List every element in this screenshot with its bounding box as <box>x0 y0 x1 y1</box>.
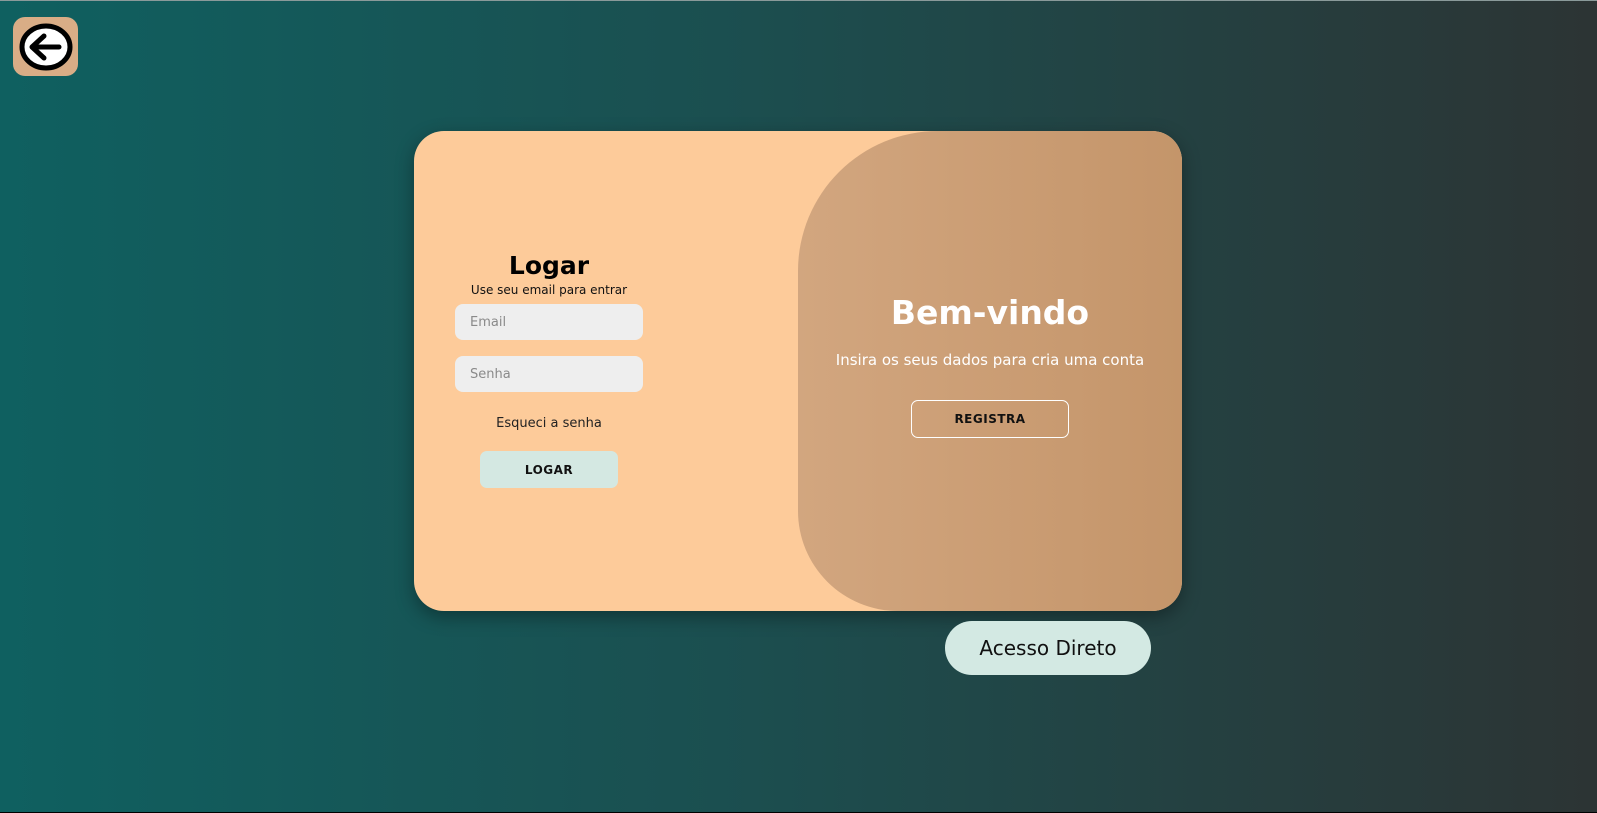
arrow-left-circle-icon <box>19 23 72 70</box>
register-button[interactable]: REGISTRA <box>911 400 1069 438</box>
email-input[interactable] <box>455 304 643 340</box>
direct-access-button[interactable]: Acesso Direto <box>945 621 1151 675</box>
login-button[interactable]: LOGAR <box>480 451 618 488</box>
back-button[interactable] <box>13 17 78 76</box>
forgot-password-link[interactable]: Esqueci a senha <box>496 416 602 431</box>
login-subtitle: Use seu email para entrar <box>470 283 628 297</box>
login-form: Logar Use seu email para entrar Esqueci … <box>454 251 644 488</box>
auth-card: Logar Use seu email para entrar Esqueci … <box>414 131 1182 611</box>
login-title: Logar <box>508 251 590 280</box>
password-input[interactable] <box>455 356 643 392</box>
welcome-title: Bem-vindo <box>890 293 1090 332</box>
welcome-panel: Bem-vindo Insira os seus dados para cria… <box>798 131 1182 611</box>
welcome-subtitle: Insira os seus dados para cria uma conta <box>835 351 1145 369</box>
